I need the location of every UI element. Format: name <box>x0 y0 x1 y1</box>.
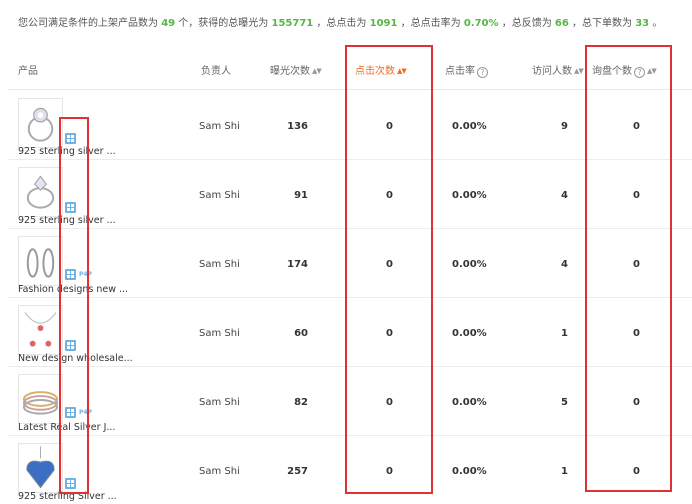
summary-text-part: ，总点击率为 <box>400 18 461 29</box>
column-header-label: 点击次数 <box>355 66 395 77</box>
table-row: 925 sterling Silver ... Sam Shi 257 0 0.00% 1… <box>8 436 692 504</box>
summary-text-part: 。 <box>652 18 663 29</box>
clicks-cell: 0 <box>386 190 393 201</box>
exposure-cell: 136 <box>287 121 308 132</box>
exposure-cell: 60 <box>294 328 308 339</box>
summary-text-part: ，总点击为 <box>316 18 367 29</box>
product-thumbnail[interactable] <box>18 305 63 355</box>
column-header-owner: 负责人 <box>201 62 231 77</box>
product-type-icon <box>65 340 76 351</box>
inquiries-cell: 0 <box>633 121 640 132</box>
ctr-cell: 0.00% <box>452 397 487 408</box>
product-name-link[interactable]: 925 sterling silver ... <box>18 215 116 226</box>
owner-cell: Sam Shi <box>199 466 240 477</box>
summary-ctr: 0.70% <box>463 18 499 29</box>
product-name-link[interactable]: Fashion designs new ... <box>18 284 128 295</box>
product-thumbnail[interactable] <box>18 374 63 424</box>
product-name-link[interactable]: New design wholesale... <box>18 353 133 364</box>
sort-icon[interactable]: ▲▼ <box>574 67 584 75</box>
product-thumbnail[interactable] <box>18 167 63 217</box>
column-header-clicks[interactable]: 点击次数 ▲▼ <box>355 62 407 77</box>
column-header-label: 负责人 <box>201 66 231 77</box>
table-row: P4P Latest Real Silver J... Sam Shi 82 0 0.00… <box>8 367 692 436</box>
summary-product-count: 49 <box>161 18 176 29</box>
column-header-ctr: 点击率? <box>445 62 488 78</box>
sort-icon[interactable]: ▲▼ <box>312 67 322 75</box>
summary-text-part: ，总下单数为 <box>572 18 633 29</box>
clicks-cell: 0 <box>386 328 393 339</box>
inquiries-cell: 0 <box>633 190 640 201</box>
ctr-cell: 0.00% <box>452 259 487 270</box>
column-header-exposure[interactable]: 曝光次数 ▲▼ <box>270 62 322 77</box>
exposure-cell: 91 <box>294 190 308 201</box>
summary-text-part: 个，获得的总曝光为 <box>178 18 269 29</box>
table-header: 产品 负责人 曝光次数 ▲▼ 点击次数 ▲▼ 点击率? 访问人数 ▲▼ 询盘个数? ▲▼ <box>8 46 692 90</box>
visitors-cell: 9 <box>561 121 568 132</box>
summary-clicks: 1091 <box>369 18 398 29</box>
inquiries-cell: 0 <box>633 397 640 408</box>
ctr-cell: 0.00% <box>452 328 487 339</box>
clicks-cell: 0 <box>386 397 393 408</box>
owner-cell: Sam Shi <box>199 397 240 408</box>
sort-icon[interactable]: ▲▼ <box>397 67 407 75</box>
column-header-visitors[interactable]: 访问人数 ▲▼ <box>532 62 584 77</box>
summary-text-part: ，总反馈为 <box>501 18 552 29</box>
exposure-cell: 82 <box>294 397 308 408</box>
owner-cell: Sam Shi <box>199 328 240 339</box>
clicks-cell: 0 <box>386 466 393 477</box>
visitors-cell: 4 <box>561 190 568 201</box>
column-header-label: 询盘个数 <box>592 66 632 77</box>
help-icon[interactable]: ? <box>634 67 645 78</box>
table-row: 925 sterling silver ... Sam Shi 91 0 0.00% 4 0 <box>8 160 692 229</box>
visitors-cell: 4 <box>561 259 568 270</box>
ctr-cell: 0.00% <box>452 466 487 477</box>
visitors-cell: 5 <box>561 397 568 408</box>
column-header-label: 产品 <box>18 66 38 77</box>
clicks-cell: 0 <box>386 121 393 132</box>
sort-icon[interactable]: ▲▼ <box>647 67 657 75</box>
owner-cell: Sam Shi <box>199 121 240 132</box>
product-thumbnail[interactable] <box>18 236 63 286</box>
summary-text-part: 您公司满足条件的上架产品数为 <box>18 18 158 29</box>
help-icon[interactable]: ? <box>477 67 488 78</box>
exposure-cell: 257 <box>287 466 308 477</box>
product-name-link[interactable]: 925 sterling silver ... <box>18 146 116 157</box>
visitors-cell: 1 <box>561 328 568 339</box>
product-type-icon <box>65 202 76 213</box>
table-row: 925 sterling silver ... Sam Shi 136 0 0.00% 9… <box>8 91 692 160</box>
visitors-cell: 1 <box>561 466 568 477</box>
p4p-badge: P4P <box>79 409 92 416</box>
product-type-icon <box>65 478 76 489</box>
product-type-icon <box>65 133 76 144</box>
owner-cell: Sam Shi <box>199 259 240 270</box>
product-thumbnail[interactable] <box>18 443 63 493</box>
product-type-icon <box>65 407 76 418</box>
p4p-badge: P4P <box>79 271 92 278</box>
column-header-inquiries[interactable]: 询盘个数? ▲▼ <box>592 62 657 78</box>
inquiries-cell: 0 <box>633 259 640 270</box>
summary-text: 您公司满足条件的上架产品数为 49 个，获得的总曝光为 155771 ，总点击为… <box>18 14 688 30</box>
table-row: P4P Fashion designs new ... Sam Shi 174 0 0.0… <box>8 229 692 298</box>
column-header-product: 产品 <box>18 62 38 77</box>
product-name-link[interactable]: Latest Real Silver J... <box>18 422 115 433</box>
column-header-label: 曝光次数 <box>270 66 310 77</box>
inquiries-cell: 0 <box>633 328 640 339</box>
summary-exposure: 155771 <box>271 18 314 29</box>
exposure-cell: 174 <box>287 259 308 270</box>
summary-orders: 33 <box>635 18 650 29</box>
product-thumbnail[interactable] <box>18 98 63 148</box>
owner-cell: Sam Shi <box>199 190 240 201</box>
product-name-link[interactable]: 925 sterling Silver ... <box>18 491 117 502</box>
table-row: New design wholesale... Sam Shi 60 0 0.00% 1 0 <box>8 298 692 367</box>
inquiries-cell: 0 <box>633 466 640 477</box>
ctr-cell: 0.00% <box>452 190 487 201</box>
column-header-label: 点击率 <box>445 66 475 77</box>
product-type-icon <box>65 269 76 280</box>
clicks-cell: 0 <box>386 259 393 270</box>
summary-feedback: 66 <box>554 18 569 29</box>
ctr-cell: 0.00% <box>452 121 487 132</box>
column-header-label: 访问人数 <box>532 66 572 77</box>
